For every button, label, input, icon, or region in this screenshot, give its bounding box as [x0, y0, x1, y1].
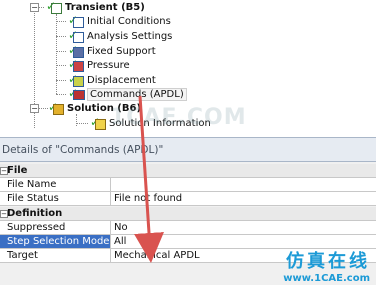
- brand-url: www.1CAE.com: [283, 273, 370, 284]
- analysis-icon: ✓: [46, 0, 62, 14]
- tree-node-label: Transient (B5): [65, 1, 145, 13]
- tree-node-analysis-settings[interactable]: ✓ Analysis Settings: [68, 28, 173, 43]
- tree-node-initial-conditions[interactable]: ✓ Initial Conditions: [68, 13, 171, 28]
- tree-node-label: Commands (APDL): [87, 87, 187, 101]
- tree-node-label: Fixed Support: [87, 45, 156, 57]
- property-row[interactable]: File Status File not found: [0, 192, 376, 206]
- property-key: File Status: [7, 193, 59, 204]
- property-row[interactable]: File Name: [0, 178, 376, 192]
- solution-icon: ✓: [48, 100, 64, 115]
- tree-node-label: Pressure: [87, 59, 130, 71]
- group-label: File: [7, 165, 28, 176]
- solution-information-icon: ✓: [90, 115, 106, 130]
- details-title: Details of "Commands (APDL)": [0, 137, 376, 162]
- property-key: Step Selection Mode: [7, 236, 110, 247]
- brand-logo: 仿真在线 www.1CAE.com: [283, 247, 370, 284]
- tree-node-label: Analysis Settings: [87, 30, 173, 42]
- property-key: Target: [7, 250, 38, 261]
- commands-icon: ✓: [68, 86, 85, 101]
- group-definition[interactable]: − Definition: [0, 207, 376, 221]
- watermark: 1CAE.COM: [110, 105, 247, 130]
- tree-node-pressure[interactable]: ✓ Pressure: [68, 57, 130, 72]
- initial-conditions-icon: ✓: [68, 13, 84, 28]
- analysis-settings-icon: ✓: [68, 28, 84, 43]
- fixed-support-icon: ✓: [68, 43, 84, 58]
- tree-collapse-toggle[interactable]: −: [30, 3, 39, 12]
- property-key: Suppressed: [7, 222, 66, 233]
- tree-node-label: Initial Conditions: [87, 15, 171, 27]
- tree-node-transient[interactable]: ✓ Transient (B5): [46, 0, 145, 14]
- tree-collapse-toggle[interactable]: −: [30, 104, 39, 113]
- group-file[interactable]: − File: [0, 164, 376, 178]
- property-value[interactable]: File not found: [114, 192, 182, 205]
- displacement-icon: ✓: [68, 72, 84, 87]
- pressure-icon: ✓: [68, 57, 84, 72]
- property-value[interactable]: All: [114, 235, 126, 248]
- property-key: File Name: [7, 179, 57, 190]
- tree-node-displacement[interactable]: ✓ Displacement: [68, 72, 156, 87]
- tree-node-fixed-support[interactable]: ✓ Fixed Support: [68, 43, 156, 58]
- group-label: Definition: [7, 208, 63, 219]
- property-row[interactable]: Suppressed No: [0, 221, 376, 235]
- brand-chinese: 仿真在线: [286, 251, 370, 272]
- tree-node-label: Displacement: [87, 74, 156, 86]
- property-value[interactable]: No: [114, 221, 128, 234]
- tree-node-commands-apdl[interactable]: ✓ Commands (APDL): [68, 86, 187, 101]
- property-value[interactable]: Mechanical APDL: [114, 249, 200, 262]
